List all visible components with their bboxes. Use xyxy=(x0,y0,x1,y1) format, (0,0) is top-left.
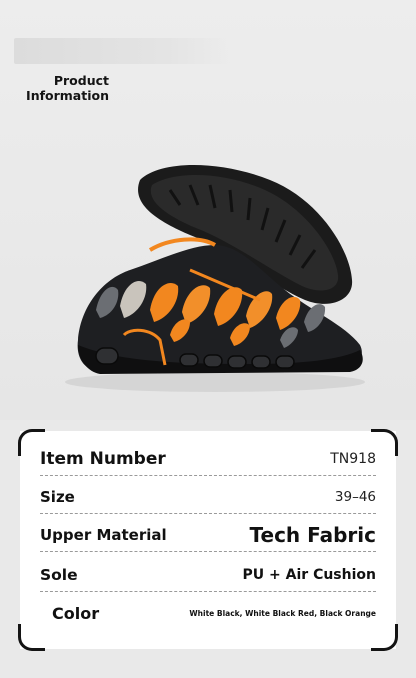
spec-row-size: Size 39–46 xyxy=(40,481,376,514)
spec-label: Size xyxy=(40,488,75,506)
spec-label: Upper Material xyxy=(40,526,167,544)
shoe-image xyxy=(0,150,416,400)
spec-value: Tech Fabric xyxy=(249,523,376,547)
spec-label: Item Number xyxy=(40,449,166,469)
spec-label: Sole xyxy=(40,566,78,584)
page-title-line2: Information xyxy=(26,88,109,103)
spec-label: Color xyxy=(52,603,100,623)
spec-value: TN918 xyxy=(330,451,376,467)
spec-row-color: Color White Black, White Black Red, Blac… xyxy=(40,597,376,629)
spec-row-sole: Sole PU + Air Cushion xyxy=(40,559,376,592)
spec-value: PU + Air Cushion xyxy=(242,567,376,583)
page-title-line1: Product xyxy=(53,73,109,88)
spec-value: White Black, White Black Red, Black Oran… xyxy=(189,608,376,618)
page-title: Product Information xyxy=(0,73,109,103)
sneaker-icon xyxy=(65,165,365,392)
spec-card: Item Number TN918 Size 39–46 Upper Mater… xyxy=(18,429,398,651)
header-banner xyxy=(14,38,232,64)
spec-row-item-number: Item Number TN918 xyxy=(40,443,376,476)
product-hero: Product Information xyxy=(0,0,416,420)
spec-row-upper-material: Upper Material Tech Fabric xyxy=(40,519,376,552)
spec-value: 39–46 xyxy=(334,489,376,505)
